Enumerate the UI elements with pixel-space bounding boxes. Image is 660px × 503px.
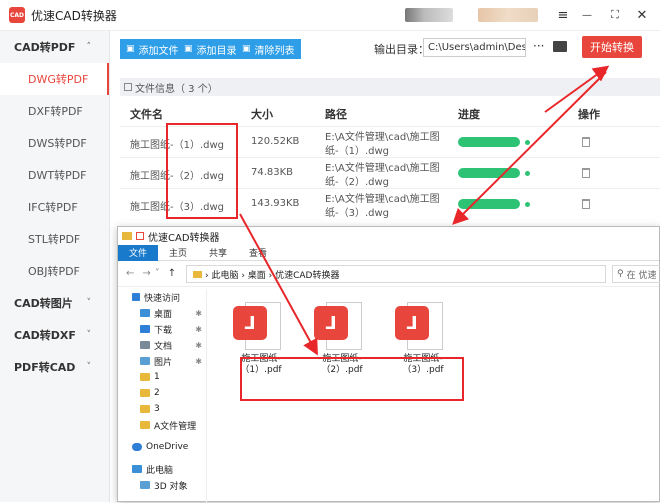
arrow-source-to-output	[239, 213, 318, 356]
arrow-to-start-button	[544, 65, 610, 113]
arrow-to-explorer	[452, 71, 607, 225]
annotation-arrows	[239, 65, 610, 356]
